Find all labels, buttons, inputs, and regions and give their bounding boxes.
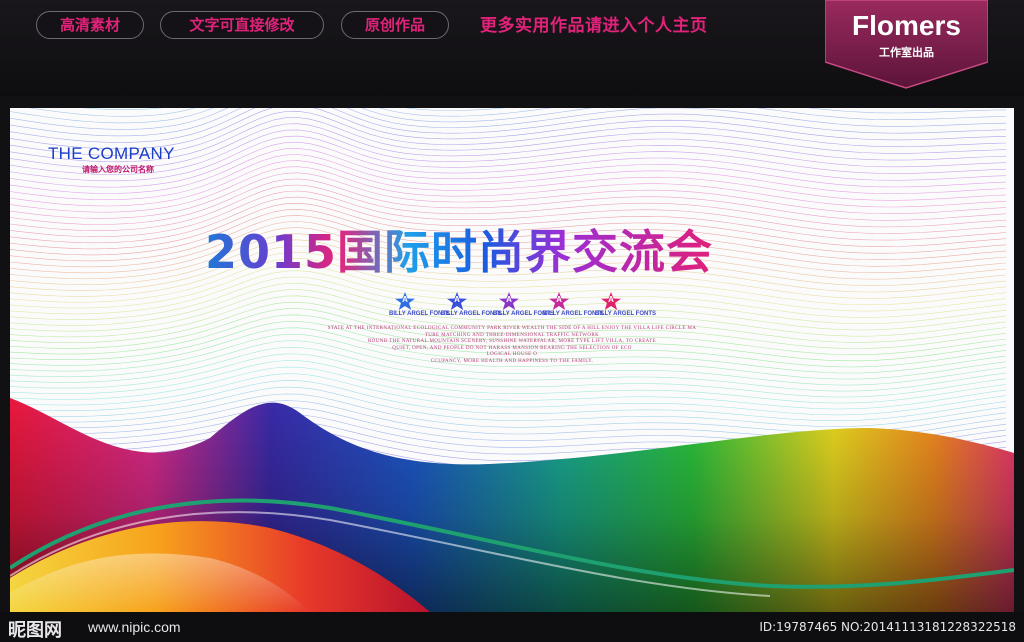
watermark-id: ID:19787465 NO:20141113181228322518 bbox=[759, 620, 1016, 634]
watermark-bar: 昵图网 www.nipic.com ID:19787465 NO:2014111… bbox=[0, 612, 1024, 642]
poster-canvas: THE COMPANY 请输入您的公司名称 2015国际时尚界交流会 A A A… bbox=[10, 108, 1014, 612]
star-rating-row: A A A A A BILLY ARGEL FONTS BILLY ARGEL … bbox=[389, 292, 656, 322]
font-credit-label: BILLY ARGEL FONTS bbox=[595, 311, 657, 317]
wave-line bbox=[10, 160, 1007, 207]
studio-badge[interactable]: Flomers 工作室出品 bbox=[825, 0, 988, 90]
event-headline: 2015国际时尚界交流会 bbox=[205, 216, 713, 282]
wave-line bbox=[10, 166, 1007, 213]
wave-line bbox=[10, 393, 1007, 433]
star-badge-icon: A bbox=[549, 292, 569, 310]
watermark-site[interactable]: www.nipic.com bbox=[88, 619, 181, 635]
studio-name: Flomers bbox=[852, 10, 961, 41]
company-subtitle: 请输入您的公司名称 bbox=[82, 165, 154, 174]
wave-line bbox=[10, 172, 1007, 219]
studio-subtitle: 工作室出品 bbox=[879, 47, 934, 59]
top-banner: 高清素材 文字可直接修改 原创作品 更多实用作品请进入个人主页 Flomers … bbox=[0, 0, 1024, 96]
star-badge-icon: A bbox=[601, 292, 621, 310]
tag-hd-material[interactable]: 高清素材 bbox=[36, 11, 144, 39]
wave-line bbox=[10, 108, 1007, 150]
blurb-line: CCUPANCY, MORE HEALTH AND HAPPINESS TO T… bbox=[430, 358, 594, 364]
blurb-line: STATE AT THE INTERNATIONAL ECOLOGICAL CO… bbox=[327, 326, 697, 331]
star-badge-icon: A bbox=[447, 292, 467, 310]
star-badge-icon: A bbox=[499, 292, 519, 310]
company-name: THE COMPANY bbox=[48, 144, 175, 163]
star-badge-icon: A bbox=[395, 292, 415, 310]
watermark-logo: 昵图网 bbox=[8, 620, 62, 640]
promo-link[interactable]: 更多实用作品请进入个人主页 bbox=[480, 12, 708, 40]
wave-line bbox=[10, 108, 1007, 124]
tag-original-work[interactable]: 原创作品 bbox=[341, 11, 449, 39]
english-blurb: STATE AT THE INTERNATIONAL ECOLOGICAL CO… bbox=[272, 326, 752, 365]
tag-editable-text[interactable]: 文字可直接修改 bbox=[160, 11, 324, 39]
wave-line bbox=[81, 108, 164, 110]
wave-line bbox=[10, 108, 1007, 130]
